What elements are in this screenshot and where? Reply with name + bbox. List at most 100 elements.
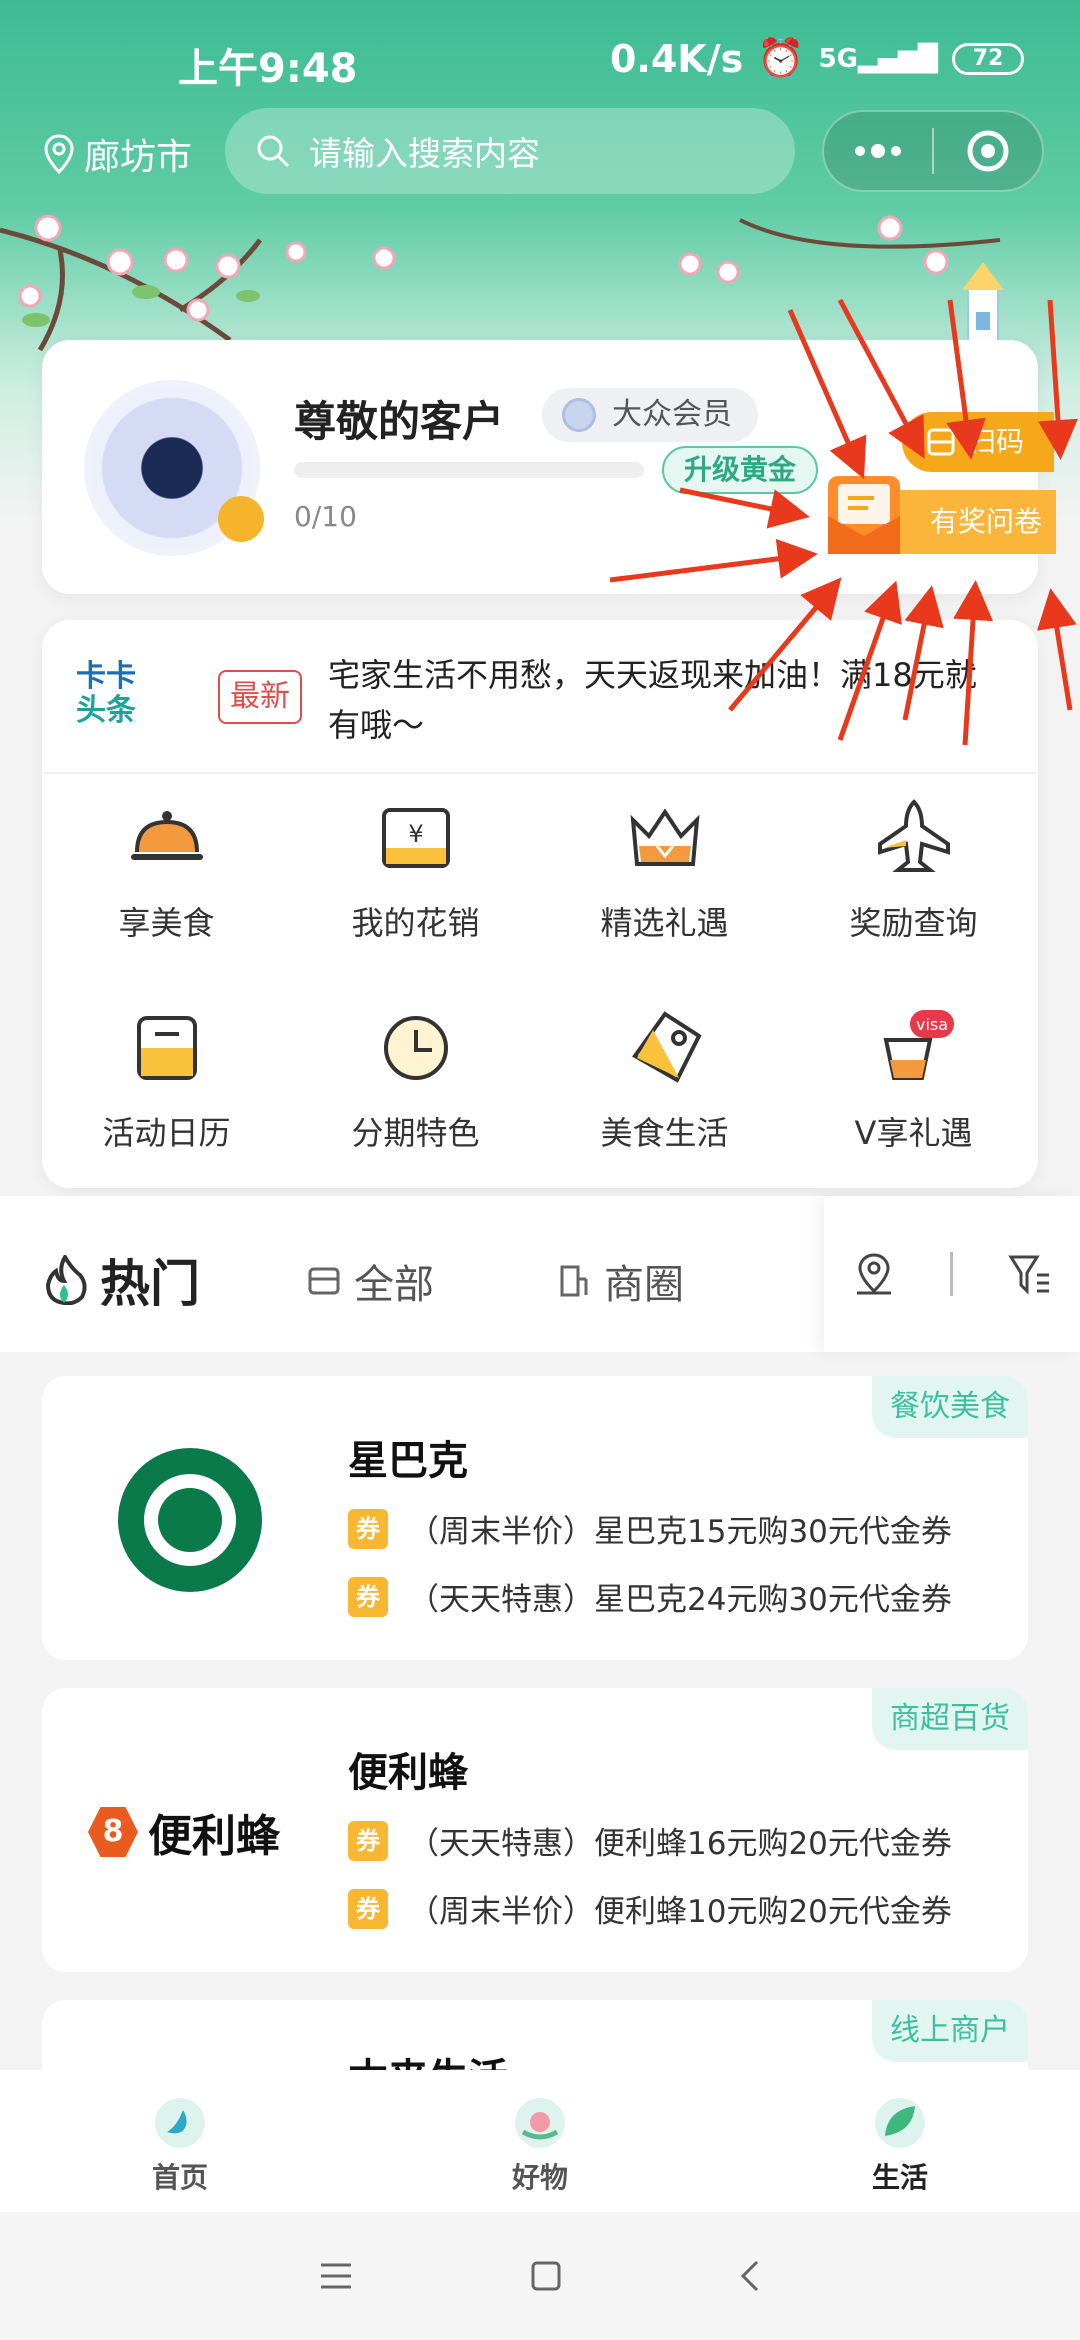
store-name: 便利蜂: [348, 1750, 468, 1796]
growth-progress-bar: [294, 462, 644, 478]
service-my-spending[interactable]: ¥ 我的花销: [291, 796, 540, 966]
deal-row[interactable]: 券 （周末半价）星巴克15元购30元代金券: [348, 1506, 952, 1551]
search-icon: [257, 135, 290, 168]
city-label: 廊坊市: [84, 137, 193, 178]
food-dish-icon: [130, 811, 203, 860]
nav-goods[interactable]: 好物: [360, 2070, 720, 2212]
deal-text: （天天特惠）星巴克24元购30元代金券: [408, 1582, 952, 1618]
services-card: 卡卡 头条 最新 宅家生活不用愁，天天返现来加油！满18元就有哦～ 享美食 ¥ …: [42, 620, 1038, 1188]
network-speed: 0.4K/s: [609, 36, 744, 81]
service-selected-gifts[interactable]: 精选礼遇: [540, 796, 789, 966]
target-close-icon: [967, 130, 1009, 172]
tag-icon: [631, 1011, 702, 1083]
store-name: 星巴克: [348, 1438, 468, 1484]
leaf-icon: [875, 2098, 925, 2148]
location-selector[interactable]: 廊坊市: [44, 128, 192, 180]
bird-icon: [155, 2098, 205, 2148]
visa-drink-icon: visa: [883, 1010, 954, 1080]
coupon-badge: 券: [348, 1576, 388, 1617]
alarm-icon: ⏰: [757, 36, 805, 80]
more-dots-icon: [855, 144, 901, 158]
deal-row[interactable]: 券 （天天特惠）星巴克24元购30元代金券: [348, 1574, 952, 1619]
service-food[interactable]: 享美食: [42, 796, 291, 966]
bianlifeng-logo: 8 便利蜂: [88, 1800, 280, 1864]
svg-text:¥: ¥: [408, 820, 423, 848]
service-v-gifts[interactable]: visa V享礼遇: [789, 1006, 1038, 1176]
close-miniprogram-button[interactable]: [934, 112, 1042, 190]
search-placeholder: 请输入搜索内容: [309, 134, 540, 173]
location-filter-icon[interactable]: [851, 1251, 897, 1297]
starbucks-logo: [118, 1448, 262, 1592]
battery-indicator: 72: [952, 42, 1024, 75]
crown-icon: [630, 808, 699, 866]
store-category-tag: 餐饮美食: [872, 1376, 1028, 1438]
search-input[interactable]: 请输入搜索内容: [225, 108, 795, 194]
news-text: 宅家生活不用愁，天天返现来加油！满18元就有哦～: [328, 656, 977, 744]
scan-icon: [927, 428, 955, 456]
building-icon: [560, 1265, 588, 1297]
category-tabs: 热门 全部 商圈: [0, 1196, 1080, 1352]
service-reward-query[interactable]: 奖励查询: [789, 796, 1038, 966]
airplane-icon: [877, 799, 950, 872]
customer-name: 尊敬的客户: [294, 397, 505, 446]
tab-tools: [824, 1196, 1080, 1352]
store-card[interactable]: 商超百货 8 便利蜂 便利蜂 券 （天天特惠）便利蜂16元购20元代金券 券 （…: [42, 1688, 1028, 1972]
scan-button[interactable]: 扫码: [902, 412, 1054, 472]
bianlifeng-hex-icon: 8: [88, 1807, 138, 1857]
store-category-tag: 商超百货: [872, 1688, 1028, 1750]
gem-icon: [562, 398, 596, 432]
clock-icon: [383, 1016, 448, 1080]
miniprogram-capsule: [822, 110, 1044, 192]
scan-label: 扫码: [968, 425, 1025, 458]
status-bar: 上午9:48 0.4K/s ⏰ 5G▂▄▆█ 72: [0, 0, 1080, 120]
tab-hot[interactable]: 热门: [42, 1244, 200, 1316]
filter-icon[interactable]: [1007, 1251, 1053, 1297]
nav-home[interactable]: 首页: [0, 2070, 360, 2212]
store-category-tag: 线上商户: [872, 2000, 1028, 2062]
flower-icon: [515, 2098, 565, 2148]
store-icon: [308, 1267, 340, 1295]
tab-all[interactable]: 全部: [306, 1252, 434, 1310]
tab-business-district[interactable]: 商圈: [556, 1252, 684, 1310]
deal-text: （周末半价）便利蜂10元购20元代金券: [408, 1894, 952, 1930]
system-navigation-bar: [0, 2212, 1080, 2340]
services-grid: 享美食 ¥ 我的花销 精选礼遇 奖励查询 活动日历 分期特色 美食生活 visa: [42, 796, 1038, 1176]
blossom-branch-decoration: [0, 214, 1001, 352]
deal-text: （天天特惠）便利蜂16元购20元代金券: [408, 1826, 952, 1862]
kaka-headline-logo: 卡卡 头条: [76, 659, 136, 728]
menu-icon[interactable]: [319, 2261, 353, 2291]
deal-row[interactable]: 券 （周末半价）便利蜂10元购20元代金券: [348, 1886, 952, 1931]
nav-life[interactable]: 生活: [720, 2070, 1080, 2212]
service-activity-calendar[interactable]: 活动日历: [42, 1006, 291, 1176]
member-level-badge[interactable]: 大众会员: [542, 388, 758, 442]
signal-icon: 5G▂▄▆█: [818, 43, 938, 74]
upgrade-gold-button[interactable]: 升级黄金: [662, 446, 819, 494]
avatar[interactable]: [84, 380, 264, 556]
status-indicators: 0.4K/s ⏰ 5G▂▄▆█ 72: [610, 36, 1024, 81]
tools-divider: [950, 1252, 954, 1296]
calendar-icon: [136, 1016, 197, 1080]
survey-envelope-icon: [828, 476, 900, 554]
more-options-button[interactable]: [824, 112, 932, 190]
bottom-navigation: 首页 好物 生活: [0, 2070, 1080, 2212]
member-level-label: 大众会员: [612, 397, 732, 432]
flame-icon: [45, 1255, 87, 1305]
home-square-icon[interactable]: [530, 2260, 562, 2292]
news-new-badge: 最新: [218, 670, 302, 724]
coupon-badge: 券: [348, 1508, 388, 1549]
planet-badge-icon: [218, 496, 264, 542]
deal-text: （周末半价）星巴克15元购30元代金券: [408, 1514, 952, 1550]
status-time: 上午9:48: [178, 46, 358, 92]
wallet-icon: ¥: [381, 808, 450, 868]
store-card[interactable]: 餐饮美食 星巴克 券 （周末半价）星巴克15元购30元代金券 券 （天天特惠）星…: [42, 1376, 1028, 1660]
service-food-life[interactable]: 美食生活: [540, 1006, 789, 1176]
location-pin-icon: [44, 134, 74, 174]
svg-text:visa: visa: [915, 1015, 947, 1034]
deal-row[interactable]: 券 （天天特惠）便利蜂16元购20元代金券: [348, 1818, 952, 1863]
profile-card: 尊敬的客户 大众会员 0/10 升级黄金 扫码 有奖问卷: [42, 340, 1056, 594]
service-installment[interactable]: 分期特色: [291, 1006, 540, 1176]
coupon-badge: 券: [348, 1820, 388, 1861]
back-chevron-icon[interactable]: [739, 2259, 761, 2293]
growth-progress-count: 0/10: [294, 500, 357, 533]
news-ticker[interactable]: 卡卡 头条 最新 宅家生活不用愁，天天返现来加油！满18元就有哦～: [42, 620, 1038, 774]
